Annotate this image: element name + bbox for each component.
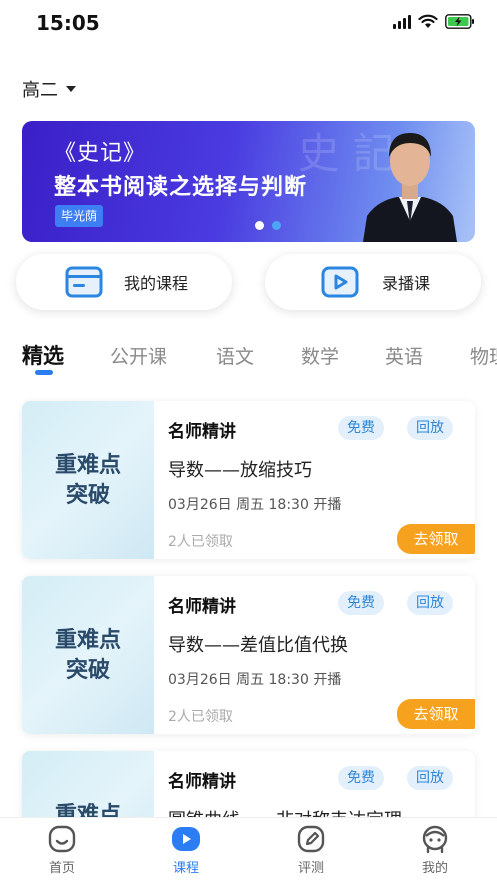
course-type: 名师精讲 <box>168 597 236 617</box>
profile-icon <box>422 825 448 854</box>
course-time: 03月26日 周五 18:30 开播 <box>168 497 342 513</box>
thumbnail-text: 重难点 突破 <box>54 453 121 508</box>
tab-featured[interactable]: 精选 <box>22 340 64 370</box>
tab-math[interactable]: 数学 <box>301 342 339 369</box>
tab-open-class[interactable]: 公开课 <box>110 342 167 369</box>
replay-badge: 回放 <box>407 416 453 440</box>
banner-title-line2: 整本书阅读之选择与判断 <box>54 175 308 200</box>
my-courses-button[interactable]: 我的课程 <box>16 254 232 310</box>
nav-home-label: 首页 <box>48 861 75 876</box>
tab-english[interactable]: 英语 <box>385 342 423 369</box>
course-title: 导数——差值比值代换 <box>168 635 348 656</box>
signal-icon <box>393 14 411 29</box>
course-card[interactable]: 重难点 突破 名师精讲 免费 回放 导数——差值比值代换 03月26日 周五 1… <box>22 576 475 734</box>
course-thumbnail: 重难点 突破 <box>22 576 154 734</box>
nav-assessment-label: 评测 <box>297 861 324 876</box>
tab-active-indicator <box>35 370 53 375</box>
home-face-icon <box>48 825 76 853</box>
video-play-icon <box>321 266 359 298</box>
thumbnail-text: 重难点 突破 <box>54 628 121 683</box>
free-badge: 免费 <box>338 416 384 440</box>
claim-button[interactable]: 去领取 <box>397 524 475 554</box>
course-type: 名师精讲 <box>168 772 236 792</box>
recorded-courses-button[interactable]: 录播课 <box>265 254 481 310</box>
status-time: 15:05 <box>36 11 100 35</box>
course-type: 名师精讲 <box>168 422 236 442</box>
course-play-icon <box>172 827 200 851</box>
nav-courses-label: 课程 <box>172 861 199 876</box>
battery-charging-icon <box>445 14 474 29</box>
course-thumbnail: 重难点 突破 <box>22 401 154 559</box>
nav-home[interactable]: 首页 <box>22 824 102 876</box>
banner-title-line1: 《史记》 <box>54 141 147 166</box>
teacher-photo <box>363 133 457 242</box>
claimed-count: 2人已领取 <box>168 709 233 725</box>
my-courses-label: 我的课程 <box>124 274 189 293</box>
pagination-dot[interactable] <box>272 221 281 230</box>
nav-courses[interactable]: 课程 <box>146 824 226 876</box>
tab-physics[interactable]: 物理 <box>470 342 497 369</box>
claim-button[interactable]: 去领取 <box>397 699 475 729</box>
grade-label: 高二 <box>22 80 58 101</box>
replay-badge: 回放 <box>407 766 453 790</box>
bottom-nav: 首页 课程 评测 我的 <box>0 817 497 883</box>
replay-badge: 回放 <box>407 591 453 615</box>
nav-profile[interactable]: 我的 <box>395 824 475 876</box>
banner-author-tag: 毕光荫 <box>55 205 104 227</box>
status-icons <box>393 14 475 29</box>
free-badge: 免费 <box>338 591 384 615</box>
promo-banner[interactable]: 史 記 《史记》 整本书阅读之选择与判断 毕光荫 <box>22 121 475 242</box>
edit-icon <box>297 825 325 853</box>
status-bar: 15:05 <box>0 0 497 46</box>
nav-profile-label: 我的 <box>421 861 448 876</box>
wifi-icon <box>418 14 438 28</box>
nav-assessment[interactable]: 评测 <box>271 824 351 876</box>
grade-selector[interactable]: 高二 <box>22 76 76 102</box>
category-tabs: 精选 公开课 语文 数学 英语 物理 <box>22 340 497 380</box>
free-badge: 免费 <box>338 766 384 790</box>
pagination-dot-active[interactable] <box>255 221 264 230</box>
recorded-courses-label: 录播课 <box>382 274 431 293</box>
course-time: 03月26日 周五 18:30 开播 <box>168 672 342 688</box>
course-card[interactable]: 重难点 突破 名师精讲 免费 回放 导数——放缩技巧 03月26日 周五 18:… <box>22 401 475 559</box>
claimed-count: 2人已领取 <box>168 534 233 550</box>
app-screen: 15:05 高二 史 記 《史记》 整本书阅读之选择与判断 毕光荫 我的课程 录… <box>0 0 497 883</box>
banner-pagination <box>255 221 281 230</box>
tab-chinese[interactable]: 语文 <box>216 342 254 369</box>
course-card-icon <box>65 266 103 298</box>
caret-down-icon <box>66 86 76 92</box>
course-title: 导数——放缩技巧 <box>168 460 312 481</box>
